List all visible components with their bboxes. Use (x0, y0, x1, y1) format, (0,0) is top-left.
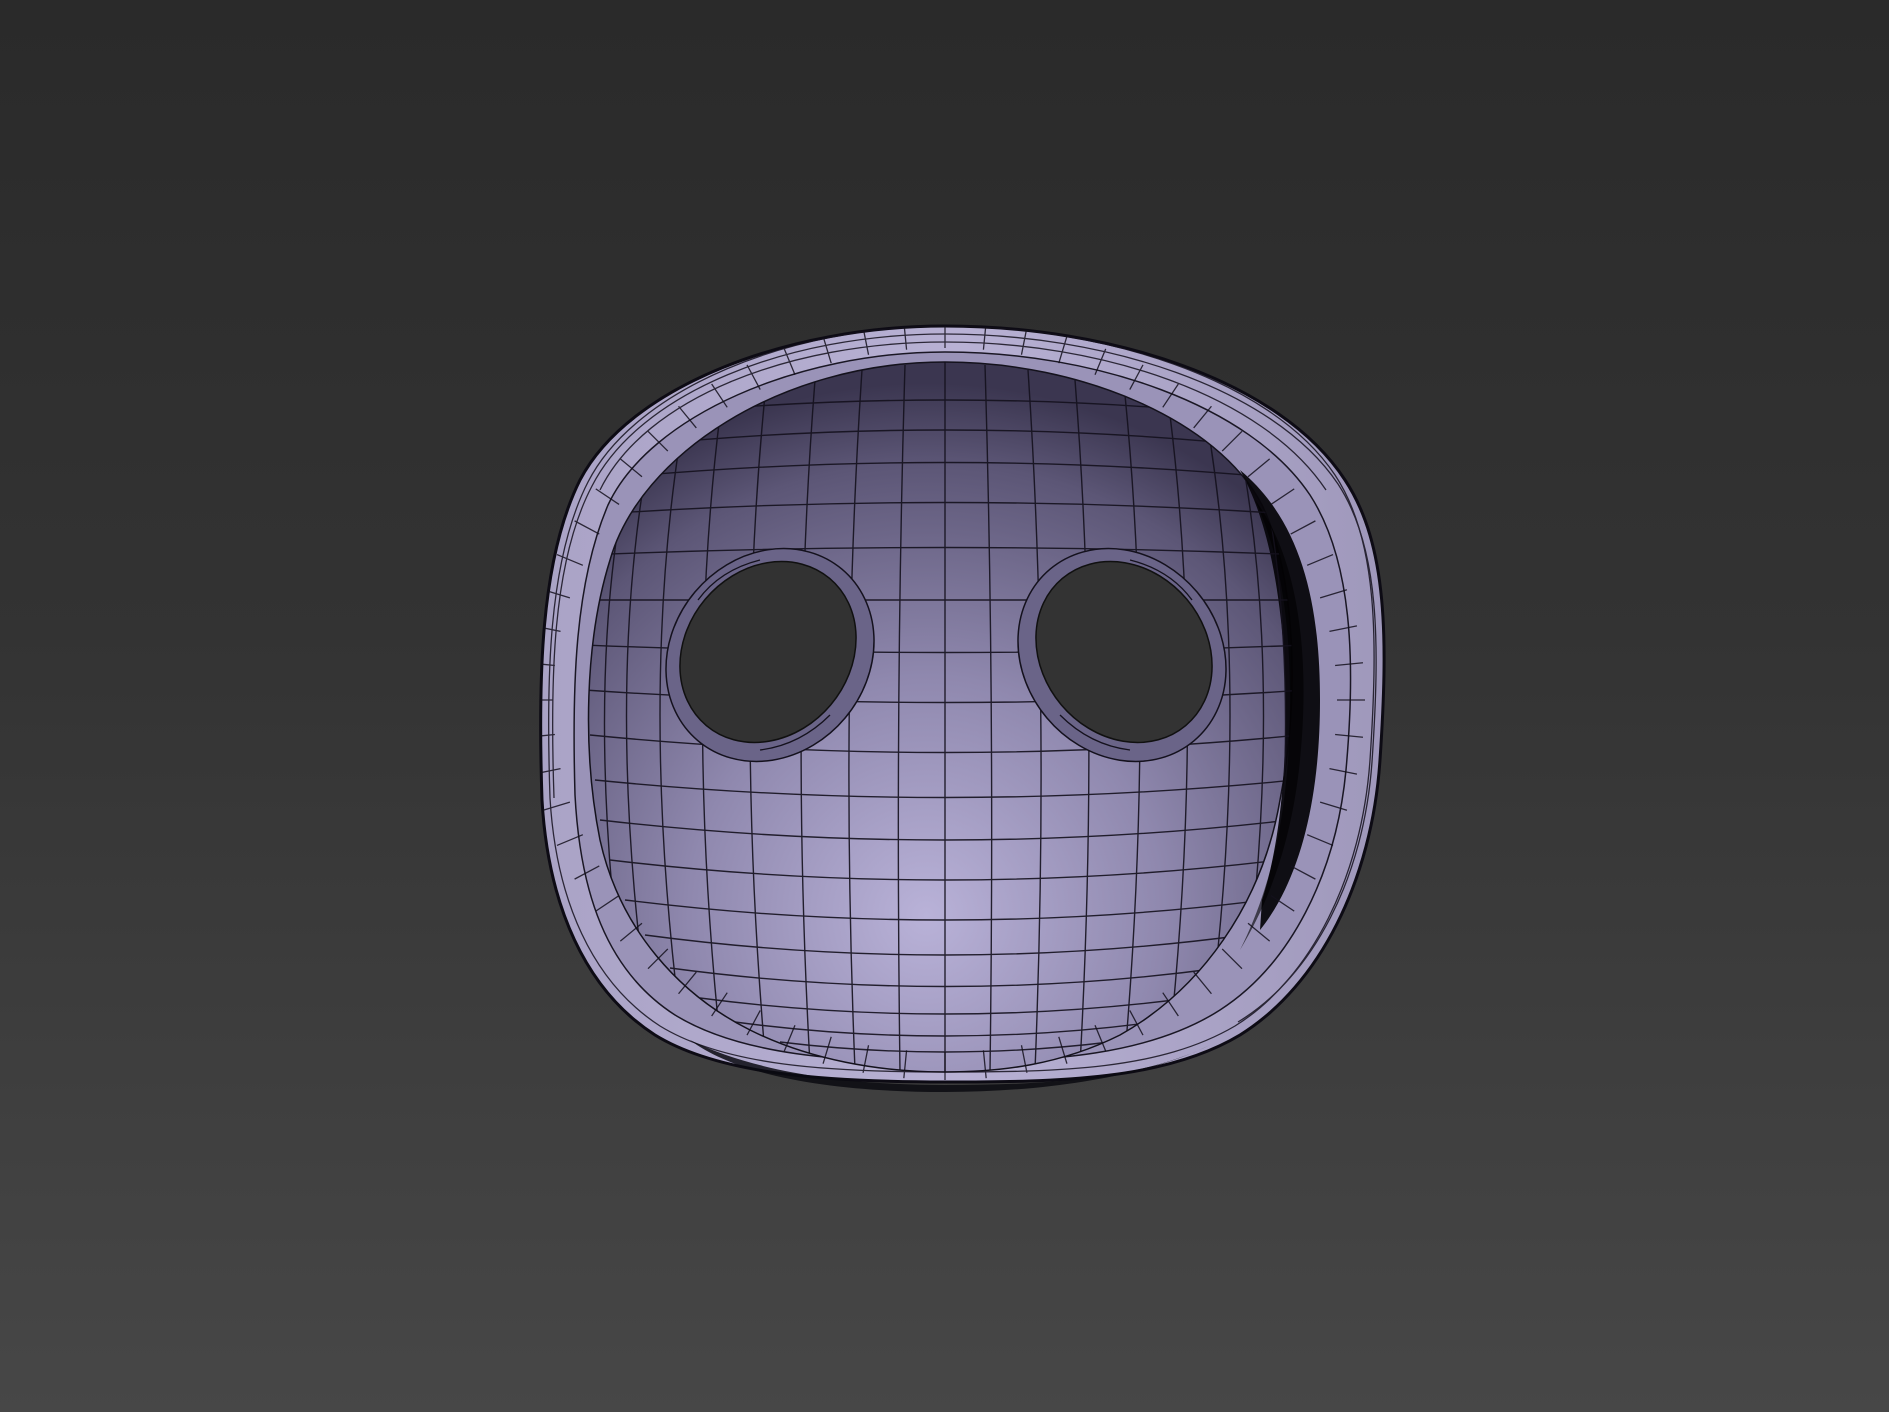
3d-viewport[interactable] (0, 0, 1889, 1412)
mask-shell[interactable] (539, 324, 1386, 1084)
viewport-scene[interactable] (0, 0, 1889, 1412)
